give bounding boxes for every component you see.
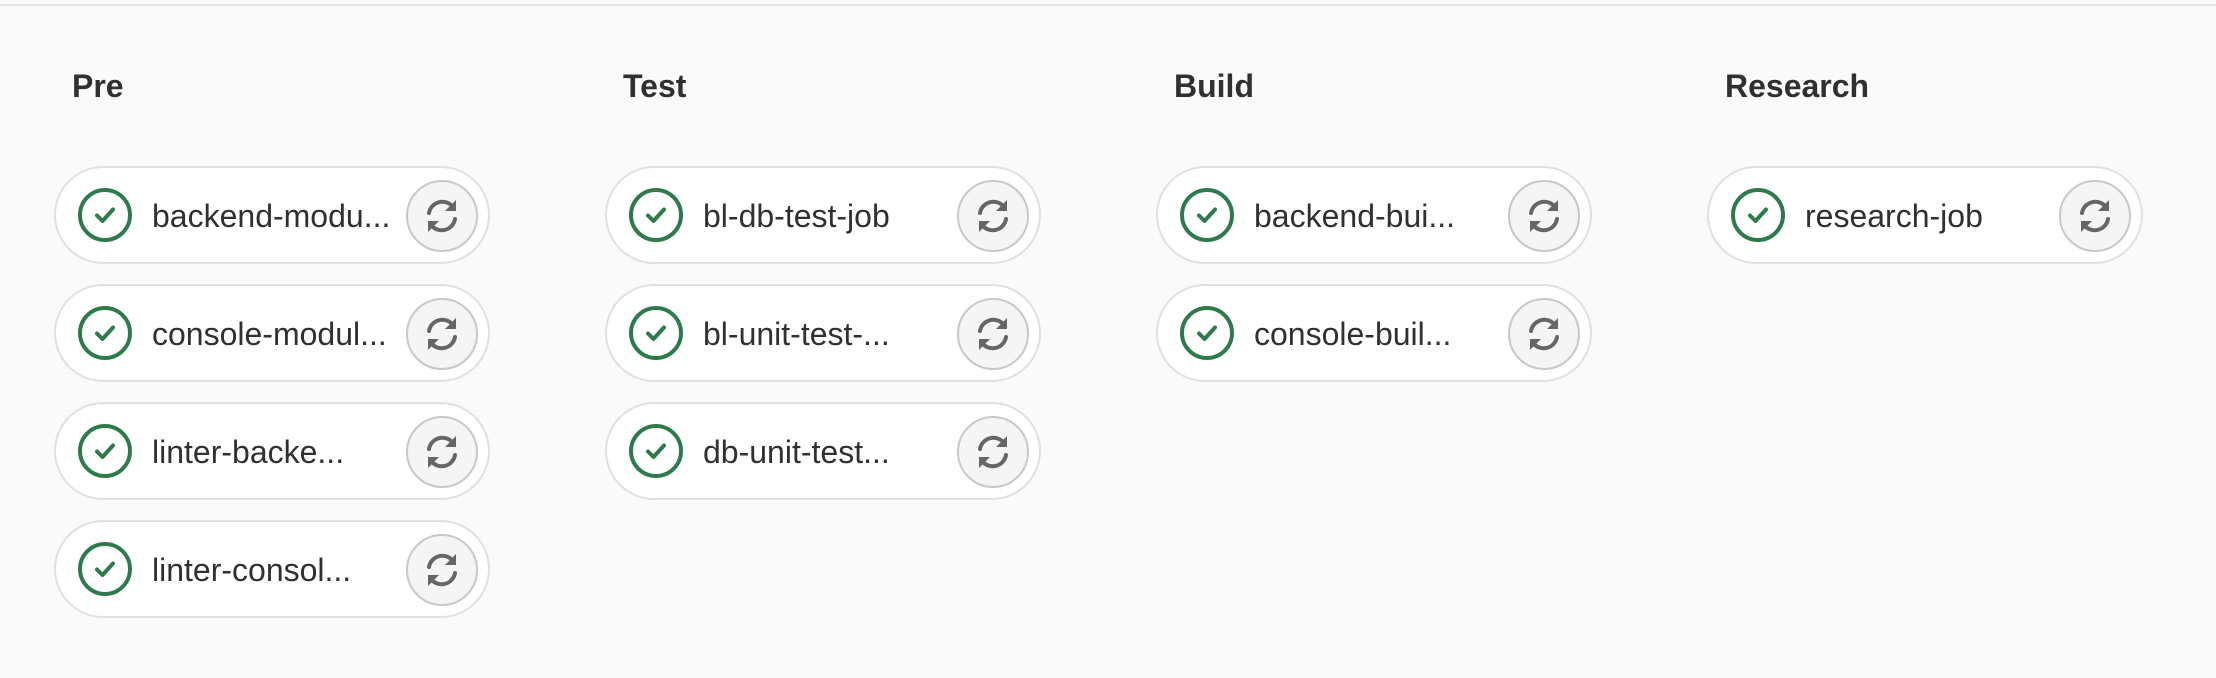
retry-icon	[427, 553, 457, 587]
check-circle-icon	[78, 424, 132, 478]
retry-icon	[978, 435, 1008, 469]
check-circle-icon	[629, 188, 683, 242]
job-pill[interactable]: console-buil...	[1156, 284, 1592, 382]
check-circle-icon	[629, 424, 683, 478]
job-pill[interactable]: linter-consol...	[54, 520, 490, 618]
check-circle-icon	[78, 542, 132, 596]
stage-column: Research research-job	[1707, 0, 2147, 678]
job-name: console-modul...	[152, 316, 387, 352]
retry-button[interactable]	[406, 416, 478, 488]
job-pill[interactable]: linter-backe...	[54, 402, 490, 500]
retry-icon	[1529, 199, 1559, 233]
job-name: bl-unit-test-...	[703, 316, 890, 352]
pipeline-graph: Pre backend-modu... console-modul... linter…	[0, 0, 2216, 678]
stage-title: Research	[1725, 68, 1870, 104]
job-pill[interactable]: bl-db-test-job	[605, 166, 1041, 264]
stage-column: Build backend-bui... console-buil...	[1156, 0, 1596, 678]
retry-icon	[978, 317, 1008, 351]
retry-button[interactable]	[957, 416, 1029, 488]
retry-icon	[2080, 199, 2110, 233]
job-name: bl-db-test-job	[703, 198, 890, 234]
stage-title: Pre	[72, 68, 124, 104]
retry-icon	[427, 199, 457, 233]
retry-icon	[427, 435, 457, 469]
job-name: console-buil...	[1254, 316, 1452, 352]
job-pill[interactable]: db-unit-test...	[605, 402, 1041, 500]
check-circle-icon	[1731, 188, 1785, 242]
job-name: backend-modu...	[152, 198, 391, 234]
stage-title: Build	[1174, 68, 1254, 104]
retry-button[interactable]	[957, 180, 1029, 252]
check-circle-icon	[629, 306, 683, 360]
job-pill[interactable]: backend-modu...	[54, 166, 490, 264]
retry-button[interactable]	[406, 180, 478, 252]
retry-icon	[427, 317, 457, 351]
job-pill[interactable]: research-job	[1707, 166, 2143, 264]
job-name: db-unit-test...	[703, 434, 890, 470]
job-name: backend-bui...	[1254, 198, 1456, 234]
check-circle-icon	[1180, 188, 1234, 242]
job-name: research-job	[1805, 198, 1983, 234]
job-pill[interactable]: backend-bui...	[1156, 166, 1592, 264]
check-circle-icon	[78, 306, 132, 360]
stage-title: Test	[623, 68, 687, 104]
retry-button[interactable]	[1508, 298, 1580, 370]
retry-button[interactable]	[1508, 180, 1580, 252]
retry-button[interactable]	[406, 534, 478, 606]
check-circle-icon	[1180, 306, 1234, 360]
job-name: linter-consol...	[152, 552, 352, 588]
retry-icon	[1529, 317, 1559, 351]
job-pill[interactable]: console-modul...	[54, 284, 490, 382]
check-circle-icon	[78, 188, 132, 242]
retry-icon	[978, 199, 1008, 233]
job-name: linter-backe...	[152, 434, 345, 470]
retry-button[interactable]	[957, 298, 1029, 370]
retry-button[interactable]	[2059, 180, 2131, 252]
retry-button[interactable]	[406, 298, 478, 370]
job-pill[interactable]: bl-unit-test-...	[605, 284, 1041, 382]
stage-column: Pre backend-modu... console-modul... linter…	[54, 0, 494, 678]
stage-column: Test bl-db-test-job bl-unit-test-... db-uni…	[605, 0, 1045, 678]
